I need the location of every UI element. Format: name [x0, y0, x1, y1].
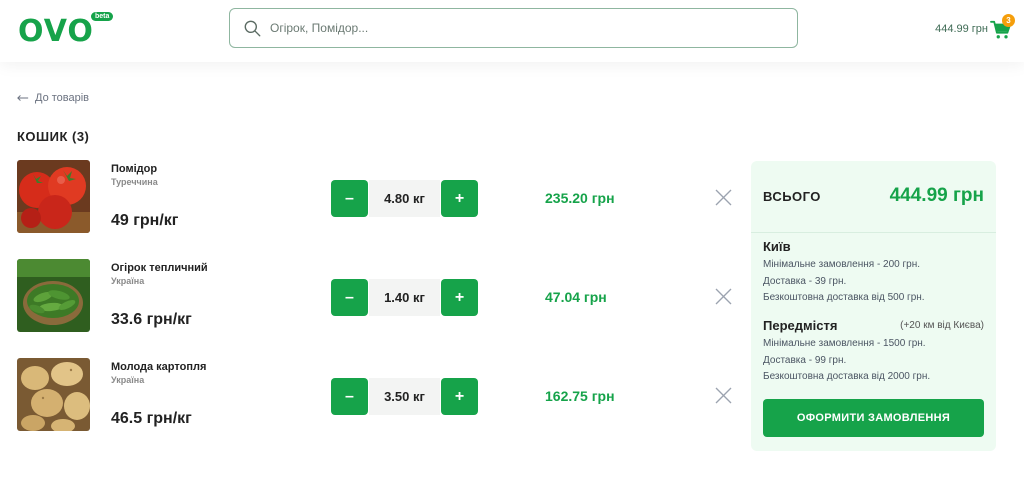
cart-item: Молода картопля Україна 46.5 грн/кг – 3.… — [17, 358, 737, 434]
search-box[interactable] — [229, 8, 798, 48]
region-note: (+20 км від Києва) — [900, 320, 984, 331]
delivery-info-line: Мінімальне замовлення - 1500 грн. — [763, 338, 926, 349]
search-icon — [244, 20, 261, 37]
total-label: ВСЬОГО — [763, 189, 821, 204]
decrease-quantity-button[interactable]: – — [331, 180, 368, 217]
product-origin: Туреччина — [111, 177, 158, 187]
logo-text: OVO — [18, 14, 94, 49]
product-name[interactable]: Молода картопля — [111, 361, 206, 373]
delivery-info-line: Безкоштовна доставка від 2000 грн. — [763, 371, 931, 382]
cart-count-badge: 3 — [1002, 14, 1015, 27]
quantity-stepper: – 1.40 кг + — [331, 279, 478, 317]
close-icon[interactable] — [715, 387, 732, 404]
quantity-value: 3.50 кг — [369, 378, 440, 415]
decrease-quantity-button[interactable]: – — [331, 378, 368, 415]
summary-header: ВСЬОГО 444.99 грн — [751, 161, 996, 233]
search-input[interactable] — [270, 9, 770, 47]
quantity-value: 4.80 кг — [369, 180, 440, 217]
increase-quantity-button[interactable]: + — [441, 180, 478, 217]
product-origin: Україна — [111, 276, 145, 286]
unit-price: 33.6 грн/кг — [111, 311, 192, 328]
line-total: 47.04 грн — [545, 289, 607, 305]
back-to-products-link[interactable]: До товарів — [17, 92, 89, 104]
cart-item: Огірок тепличний Україна 33.6 грн/кг – 1… — [17, 259, 737, 335]
quantity-stepper: – 4.80 кг + — [331, 180, 478, 218]
decrease-quantity-button[interactable]: – — [331, 279, 368, 316]
line-total: 235.20 грн — [545, 190, 615, 206]
total-value: 444.99 грн — [889, 185, 984, 206]
region-title-kyiv: Київ — [763, 239, 791, 254]
back-link-label: До товарів — [35, 92, 90, 104]
increase-quantity-button[interactable]: + — [441, 279, 478, 316]
region-title-suburb: Передмістя — [763, 318, 838, 333]
checkout-button[interactable]: ОФОРМИТИ ЗАМОВЛЕННЯ — [763, 399, 984, 437]
product-origin: Україна — [111, 375, 145, 385]
product-image-potato — [17, 358, 90, 431]
product-image-tomato — [17, 160, 90, 233]
line-total: 162.75 грн — [545, 388, 615, 404]
close-icon[interactable] — [715, 189, 732, 206]
close-icon[interactable] — [715, 288, 732, 305]
logo[interactable]: OVO beta — [18, 12, 118, 49]
product-name[interactable]: Огірок тепличний — [111, 262, 208, 274]
arrow-left-icon — [17, 95, 29, 101]
delivery-info-line: Доставка - 39 грн. — [763, 276, 847, 287]
beta-badge: beta — [91, 12, 114, 21]
quantity-stepper: – 3.50 кг + — [331, 378, 478, 416]
cart-item: Помідор Туреччина 49 грн/кг – 4.80 кг + … — [17, 160, 737, 236]
header: OVO beta 444.99 грн 3 — [0, 0, 1024, 62]
unit-price: 49 грн/кг — [111, 212, 179, 229]
product-image-cucumber — [17, 259, 90, 332]
quantity-value: 1.40 кг — [369, 279, 440, 316]
product-name[interactable]: Помідор — [111, 163, 157, 175]
delivery-info-line: Безкоштовна доставка від 500 грн. — [763, 292, 925, 303]
header-cart-total[interactable]: 444.99 грн — [935, 23, 988, 35]
increase-quantity-button[interactable]: + — [441, 378, 478, 415]
cart-title: КОШИК (3) — [17, 129, 90, 144]
delivery-info-line: Мінімальне замовлення - 200 грн. — [763, 259, 921, 270]
delivery-info-line: Доставка - 99 грн. — [763, 355, 847, 366]
order-summary-panel: ВСЬОГО 444.99 грн Київ Мінімальне замовл… — [751, 161, 996, 451]
unit-price: 46.5 грн/кг — [111, 410, 192, 427]
